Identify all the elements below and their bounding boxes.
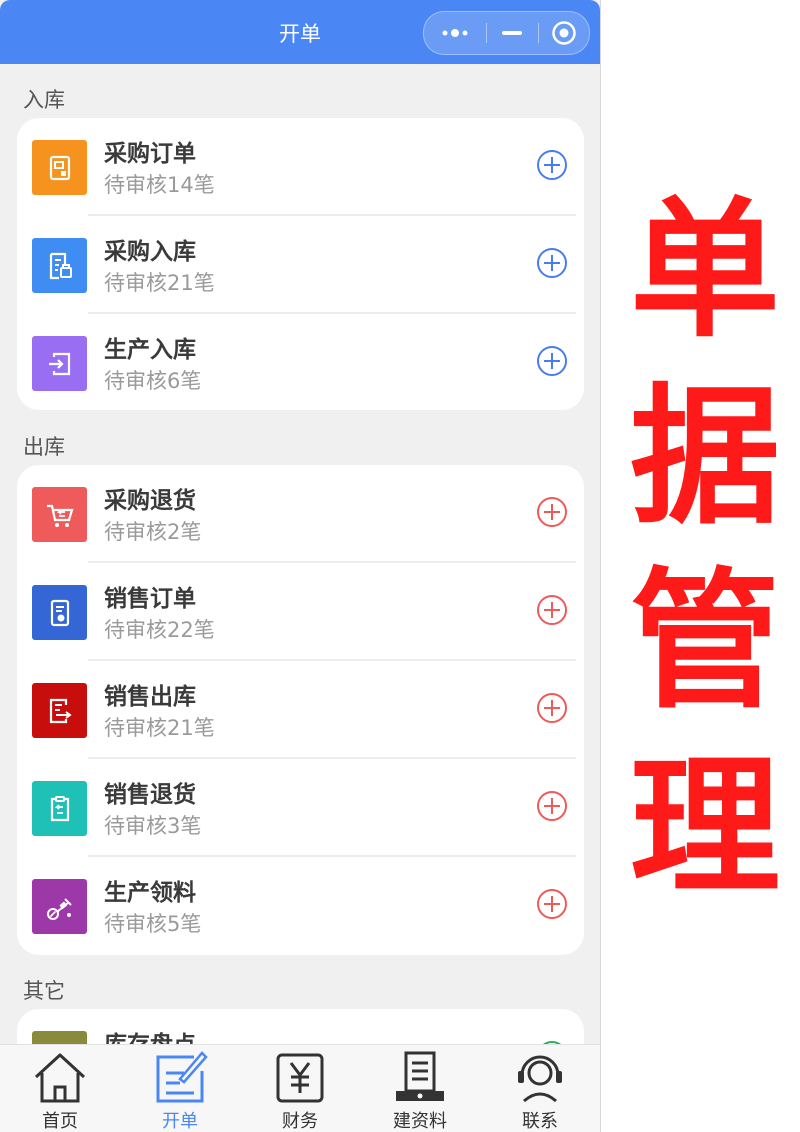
contact-icon [518, 1055, 562, 1103]
home-icon [34, 1053, 86, 1103]
tab-label: 联系 [522, 1111, 558, 1132]
add-circle-icon[interactable] [536, 790, 568, 822]
more-button[interactable] [424, 12, 486, 54]
target-close-icon [551, 21, 576, 45]
item-title: 采购入库 [104, 239, 196, 265]
item-title: 销售退货 [104, 782, 196, 808]
caption-char: 理 [629, 741, 780, 915]
tab-label: 开单 [162, 1111, 198, 1132]
list-item-sales-return[interactable]: 销售退货 待审核3笔 [17, 759, 584, 857]
add-circle-icon[interactable] [536, 594, 568, 626]
add-circle-icon[interactable] [536, 149, 568, 181]
build-data-icon [396, 1051, 444, 1101]
close-button[interactable] [538, 12, 589, 54]
item-title: 销售订单 [104, 586, 196, 612]
section-title-other: 其它 [23, 979, 65, 1003]
finance-icon [276, 1053, 324, 1103]
more-dots-icon [442, 29, 468, 37]
tab-label: 建资料 [393, 1111, 447, 1132]
item-pending-count: 待审核14笔 [104, 173, 215, 197]
section-title-inbound: 入库 [23, 88, 65, 112]
sales-order-icon [32, 585, 87, 640]
tab-create-order[interactable]: 开单 [120, 1045, 240, 1132]
production-inbound-icon [32, 336, 87, 391]
minimize-icon [502, 31, 522, 35]
add-circle-icon[interactable] [536, 345, 568, 377]
purchase-return-icon [32, 487, 87, 542]
caption-char: 单 [629, 184, 780, 358]
add-circle-icon[interactable] [536, 247, 568, 279]
item-pending-count: 待审核6笔 [104, 369, 202, 393]
tab-bar: 首页 开单 财务 建资料 联系 [0, 1044, 600, 1132]
list-item-purchase-inbound[interactable]: 采购入库 待审核21笔 [17, 216, 584, 314]
item-pending-count: 待审核5笔 [104, 912, 202, 936]
tab-contact[interactable]: 联系 [480, 1045, 600, 1132]
section-title-outbound: 出库 [23, 435, 65, 459]
item-pending-count: 待审核21笔 [104, 716, 215, 740]
list-item-purchase-return[interactable]: 采购退货 待审核2笔 [17, 465, 584, 563]
mini-program-capsule [423, 11, 590, 55]
list-item-sales-outbound[interactable]: 销售出库 待审核21笔 [17, 661, 584, 759]
tab-home[interactable]: 首页 [0, 1045, 120, 1132]
item-title: 销售出库 [104, 684, 196, 710]
caption-char: 管 [629, 555, 780, 729]
purchase-inbound-icon [32, 238, 87, 293]
sales-return-icon [32, 781, 87, 836]
item-title: 生产领料 [104, 880, 196, 906]
item-pending-count: 待审核21笔 [104, 271, 215, 295]
phone-screen: 开单 入库 采购订单 待审核14笔 采购入库 待审核21笔 生产入库 待审核6笔… [0, 0, 601, 1132]
add-circle-icon[interactable] [536, 692, 568, 724]
list-item-production-inbound[interactable]: 生产入库 待审核6笔 [17, 314, 584, 412]
item-title: 采购订单 [104, 141, 196, 167]
item-pending-count: 待审核2笔 [104, 520, 202, 544]
item-pending-count: 待审核22笔 [104, 618, 215, 642]
item-pending-count: 待审核3笔 [104, 814, 202, 838]
add-circle-icon[interactable] [536, 888, 568, 920]
list-item-production-material[interactable]: 生产领料 待审核5笔 [17, 857, 584, 955]
list-item-purchase-order[interactable]: 采购订单 待审核14笔 [17, 118, 584, 216]
item-title: 采购退货 [104, 488, 196, 514]
caption-char: 据 [629, 371, 780, 545]
add-circle-icon[interactable] [536, 496, 568, 528]
item-title: 生产入库 [104, 337, 196, 363]
tab-build-data[interactable]: 建资料 [360, 1045, 480, 1132]
tab-label: 财务 [282, 1111, 318, 1132]
tab-finance[interactable]: 财务 [240, 1045, 360, 1132]
production-material-icon [32, 879, 87, 934]
tab-label: 首页 [42, 1111, 78, 1132]
sales-outbound-icon [32, 683, 87, 738]
navbar: 开单 [0, 0, 600, 64]
outbound-card: 采购退货 待审核2笔 销售订单 待审核22笔 销售出库 待审核21笔 销售退货 … [17, 465, 584, 955]
minimize-button[interactable] [486, 12, 538, 54]
inbound-card: 采购订单 待审核14笔 采购入库 待审核21笔 生产入库 待审核6笔 [17, 118, 584, 410]
list-item-sales-order[interactable]: 销售订单 待审核22笔 [17, 563, 584, 661]
purchase-order-icon [32, 140, 87, 195]
create-order-icon [156, 1051, 208, 1103]
